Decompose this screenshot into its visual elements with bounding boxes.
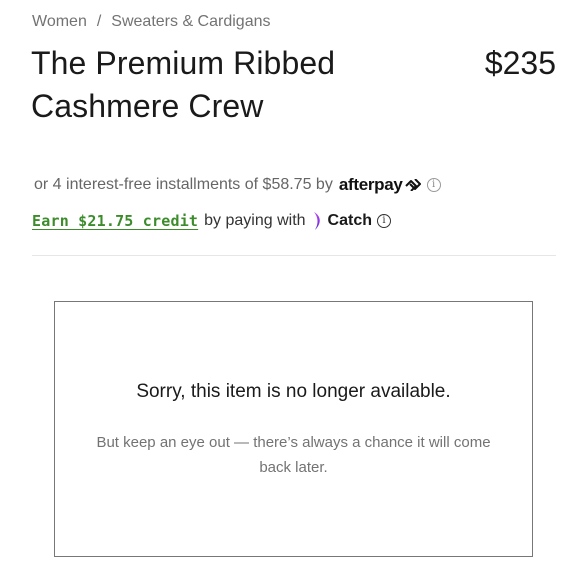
product-title: The Premium Ribbed Cashmere Crew	[31, 45, 336, 124]
afterpay-logo-text: afterpay	[338, 175, 403, 194]
catch-swoosh-icon	[313, 212, 320, 230]
earn-credit-link[interactable]: Earn $21.75 credit	[32, 212, 198, 230]
afterpay-arrows-icon	[404, 179, 421, 191]
afterpay-logo: afterpay	[339, 175, 422, 195]
breadcrumb-women-link[interactable]: Women	[32, 13, 87, 31]
product-price: $235	[484, 45, 556, 81]
catch-credit-row: Earn $21.75 credit by paying with Catch …	[32, 211, 391, 231]
afterpay-installments: or 4 interest-free installments of $58.7…	[34, 175, 441, 195]
unavailable-notice-title: Sorry, this item is no longer available.	[136, 381, 451, 402]
catch-logo: Catch	[312, 211, 372, 231]
catch-logo-text: Catch	[327, 212, 372, 229]
breadcrumb: Women / Sweaters & Cardigans	[32, 13, 270, 31]
unavailable-notice: Sorry, this item is no longer available.…	[54, 301, 533, 557]
product-page: Women / Sweaters & Cardigans The Premium…	[0, 0, 580, 580]
afterpay-info-icon[interactable]: i	[426, 178, 441, 192]
section-divider	[32, 255, 556, 256]
installments-text: or 4 interest-free installments of $58.7…	[34, 176, 333, 193]
catch-info-icon[interactable]: i	[377, 214, 391, 228]
unavailable-notice-body: But keep an eye out — there’s always a c…	[96, 434, 491, 476]
breadcrumb-separator: /	[96, 13, 102, 30]
breadcrumb-sweaters-cardigans-link[interactable]: Sweaters & Cardigans	[111, 13, 270, 31]
catch-text: by paying with	[204, 212, 306, 229]
